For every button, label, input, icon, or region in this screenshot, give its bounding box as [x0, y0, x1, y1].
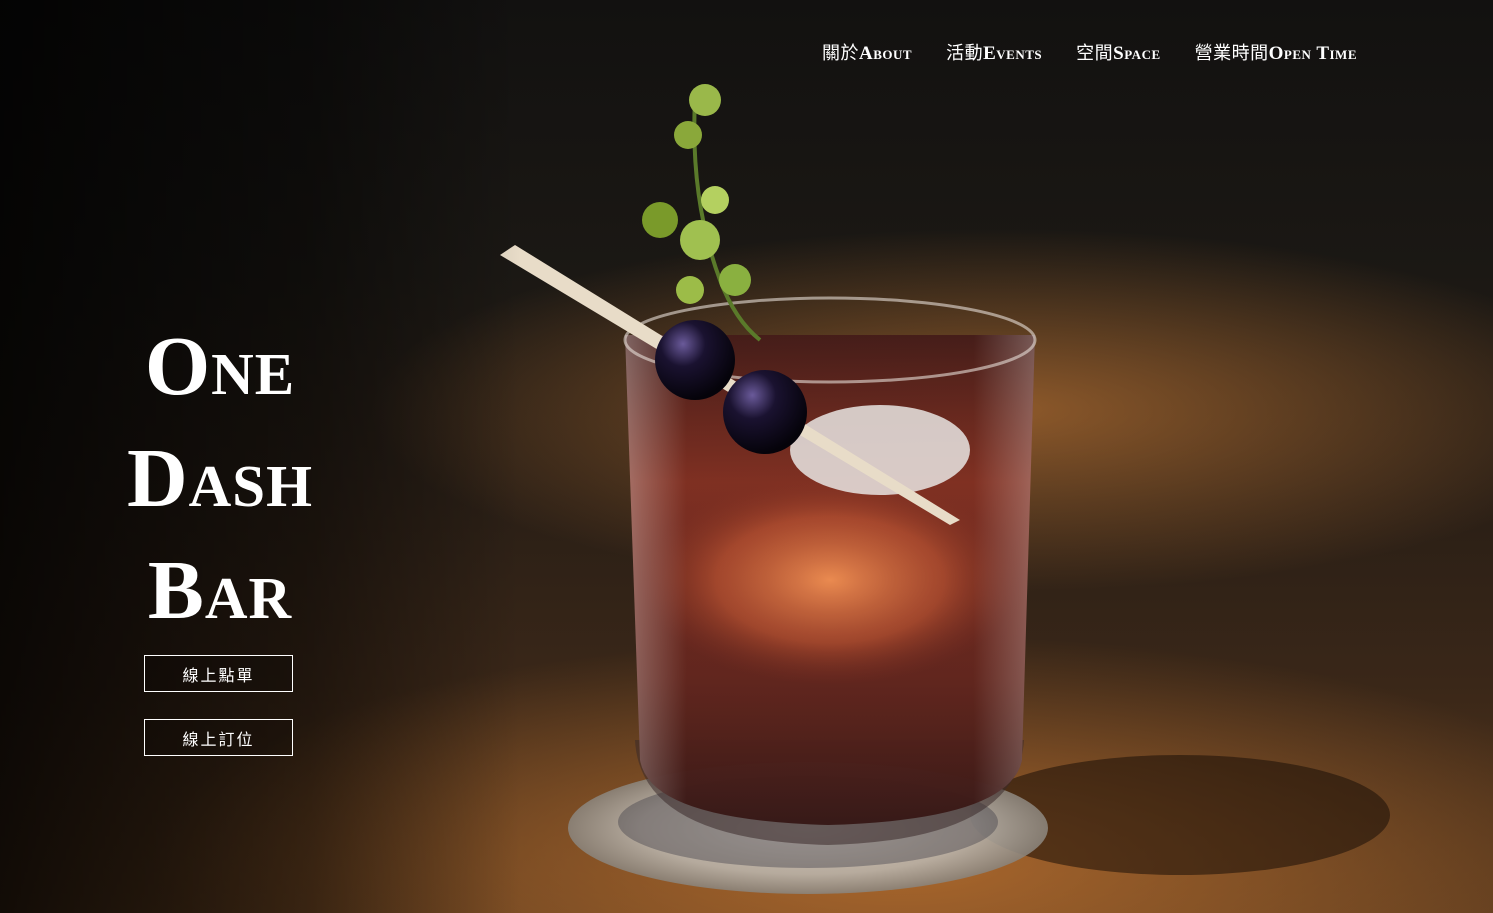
nav-item-about-zh: 關於 [822, 43, 860, 64]
online-reservation-button[interactable]: 線上訂位 [144, 719, 293, 756]
brand-line-bar: Bar [147, 544, 293, 638]
brand-line-one: One [144, 320, 296, 414]
online-order-button[interactable]: 線上點單 [144, 655, 293, 692]
hero-section: 關於About 活動Events 空間Space 營業時間Open Time O… [0, 0, 1493, 913]
nav-item-space-zh: 空間 [1076, 43, 1114, 64]
nav-item-space[interactable]: 空間Space [1076, 38, 1161, 70]
nav-item-space-en: Space [1113, 43, 1161, 64]
nav-item-events-en: Events [983, 43, 1043, 64]
brand-line-dash: Dash [127, 432, 313, 526]
nav-item-about-en: About [859, 43, 913, 64]
nav-item-events-zh: 活動 [946, 43, 984, 64]
nav-item-open-time-en: Open Time [1268, 43, 1357, 64]
nav-item-about[interactable]: 關於About [822, 38, 912, 70]
nav-item-open-time-zh: 營業時間 [1194, 43, 1269, 64]
nav-item-events[interactable]: 活動Events [946, 38, 1042, 70]
brand-title: One Dash Bar [90, 311, 350, 647]
nav-item-open-time[interactable]: 營業時間Open Time [1195, 38, 1357, 70]
main-nav: 關於About 活動Events 空間Space 營業時間Open Time [822, 38, 1357, 70]
